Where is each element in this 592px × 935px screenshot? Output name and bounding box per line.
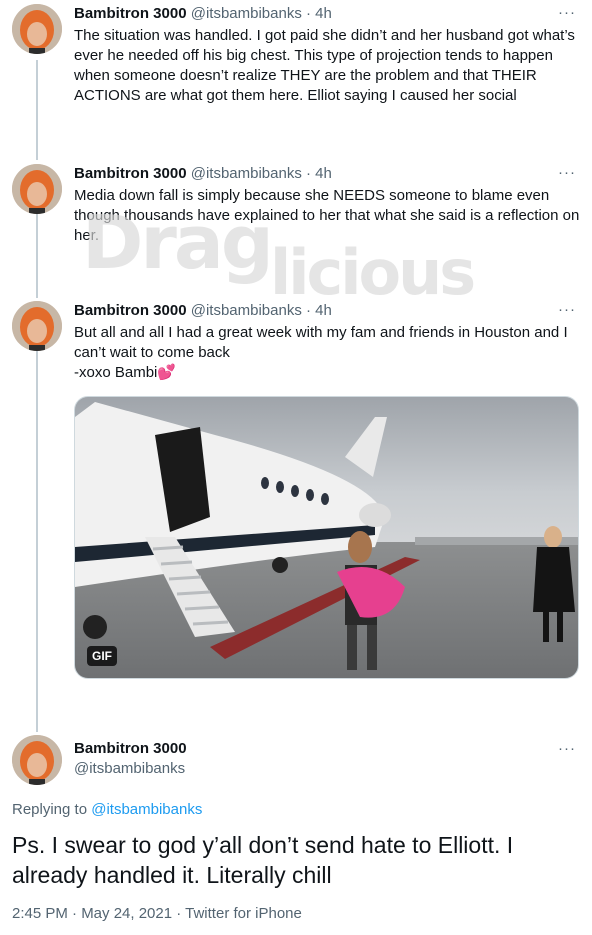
tweet-time[interactable]: 4h: [315, 5, 332, 22]
avatar[interactable]: [12, 4, 62, 54]
gif-media[interactable]: GIF: [74, 396, 579, 679]
tweet-time[interactable]: 4h: [315, 302, 332, 319]
display-name[interactable]: Bambitron 3000: [74, 740, 187, 757]
user-handle[interactable]: @itsbambibanks: [191, 5, 302, 22]
tweet-text: But all and all I had a great week with …: [74, 323, 580, 383]
tweet-header: Bambitron 3000 @itsbambibanks · 4h: [74, 5, 332, 22]
replying-to-label: Replying to: [12, 801, 92, 818]
reply-handle-link[interactable]: @itsbambibanks: [91, 801, 202, 818]
tweet-timestamp[interactable]: 2:45 PM · May 24, 2021 · Twitter for iPh…: [12, 905, 302, 922]
display-name[interactable]: Bambitron 3000: [74, 165, 187, 182]
tweet-header: Bambitron 3000 @itsbambibanks · 4h: [74, 302, 332, 319]
user-handle[interactable]: @itsbambibanks: [191, 165, 302, 182]
tweet-text: The situation was handled. I got paid sh…: [74, 27, 575, 104]
jet-photo: [75, 397, 578, 678]
avatar[interactable]: [12, 301, 62, 351]
user-handle[interactable]: @itsbambibanks: [191, 302, 302, 319]
main-tweet-text: Ps. I swear to god y’all don’t send hate…: [12, 832, 514, 888]
tweet-time[interactable]: 4h: [315, 165, 332, 182]
tweet-text-line: But all and all I had a great week with …: [74, 324, 568, 361]
replying-to: Replying to @itsbambibanks: [12, 801, 202, 818]
tweet-text: Media down fall is simply because she NE…: [74, 187, 580, 244]
user-handle[interactable]: @itsbambibanks: [74, 760, 185, 777]
tweet[interactable]: Bambitron 3000 @itsbambibanks · 4h ··· T…: [0, 4, 592, 134]
tweet-text-line: -xoxo Bambi💕: [74, 364, 177, 381]
display-name[interactable]: Bambitron 3000: [74, 302, 187, 319]
ellipsis-icon[interactable]: ···: [558, 741, 576, 756]
ellipsis-icon[interactable]: ···: [558, 302, 576, 317]
ellipsis-icon[interactable]: ···: [558, 165, 576, 180]
avatar[interactable]: [12, 164, 62, 214]
gif-badge: GIF: [87, 646, 117, 666]
ellipsis-icon[interactable]: ···: [558, 5, 576, 20]
avatar[interactable]: [12, 735, 62, 785]
tweet[interactable]: Bambitron 3000 @itsbambibanks · 4h ··· M…: [0, 164, 592, 264]
display-name[interactable]: Bambitron 3000: [74, 5, 187, 22]
tweet-header: Bambitron 3000 @itsbambibanks · 4h: [74, 165, 332, 182]
